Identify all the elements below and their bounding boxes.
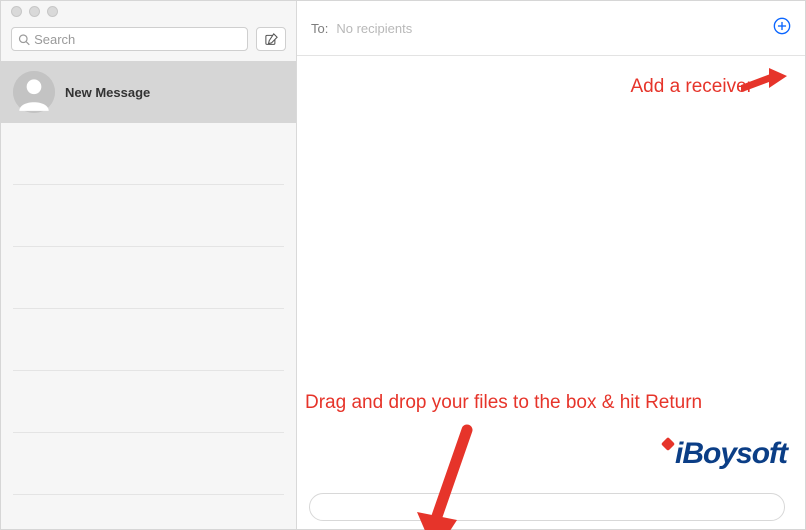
to-label: To: xyxy=(311,21,328,36)
list-item xyxy=(13,247,284,309)
message-input[interactable] xyxy=(309,493,785,521)
list-item xyxy=(13,185,284,247)
watermark: iBoysoft xyxy=(663,437,787,471)
annotation-arrow-icon xyxy=(741,68,787,96)
message-thread: Add a receiver Drag and drop your files … xyxy=(297,56,805,487)
person-icon xyxy=(13,71,55,113)
search-icon xyxy=(18,33,30,46)
compose-row xyxy=(297,487,805,529)
to-recipients[interactable]: No recipients xyxy=(336,21,765,36)
annotation-add-receiver: Add a receiver xyxy=(630,76,753,98)
compose-icon xyxy=(264,32,279,47)
list-item xyxy=(13,433,284,495)
search-input[interactable] xyxy=(34,32,241,47)
sidebar: New Message xyxy=(1,1,297,529)
compose-button[interactable] xyxy=(256,27,286,51)
list-item xyxy=(13,123,284,185)
avatar xyxy=(13,71,55,113)
conversation-list xyxy=(1,123,296,529)
traffic-light-zoom[interactable] xyxy=(47,6,58,17)
list-item xyxy=(13,309,284,371)
list-item xyxy=(13,371,284,433)
sidebar-toolbar xyxy=(1,21,296,61)
annotation-drag-drop: Drag and drop your files to the box & hi… xyxy=(305,392,702,414)
window-titlebar xyxy=(1,1,296,21)
search-field[interactable] xyxy=(11,27,248,51)
conversation-title: New Message xyxy=(65,85,150,100)
messages-window: New Message To: No recipients Add a rece… xyxy=(0,0,806,530)
conversation-item-selected[interactable]: New Message xyxy=(1,61,296,123)
annotation-arrow-icon xyxy=(417,424,477,530)
message-pane: To: No recipients Add a receiver Drag an… xyxy=(297,1,805,529)
add-recipient-button[interactable] xyxy=(773,17,791,40)
plus-circle-icon xyxy=(773,17,791,35)
traffic-light-minimize[interactable] xyxy=(29,6,40,17)
to-row: To: No recipients xyxy=(297,1,805,56)
traffic-light-close[interactable] xyxy=(11,6,22,17)
